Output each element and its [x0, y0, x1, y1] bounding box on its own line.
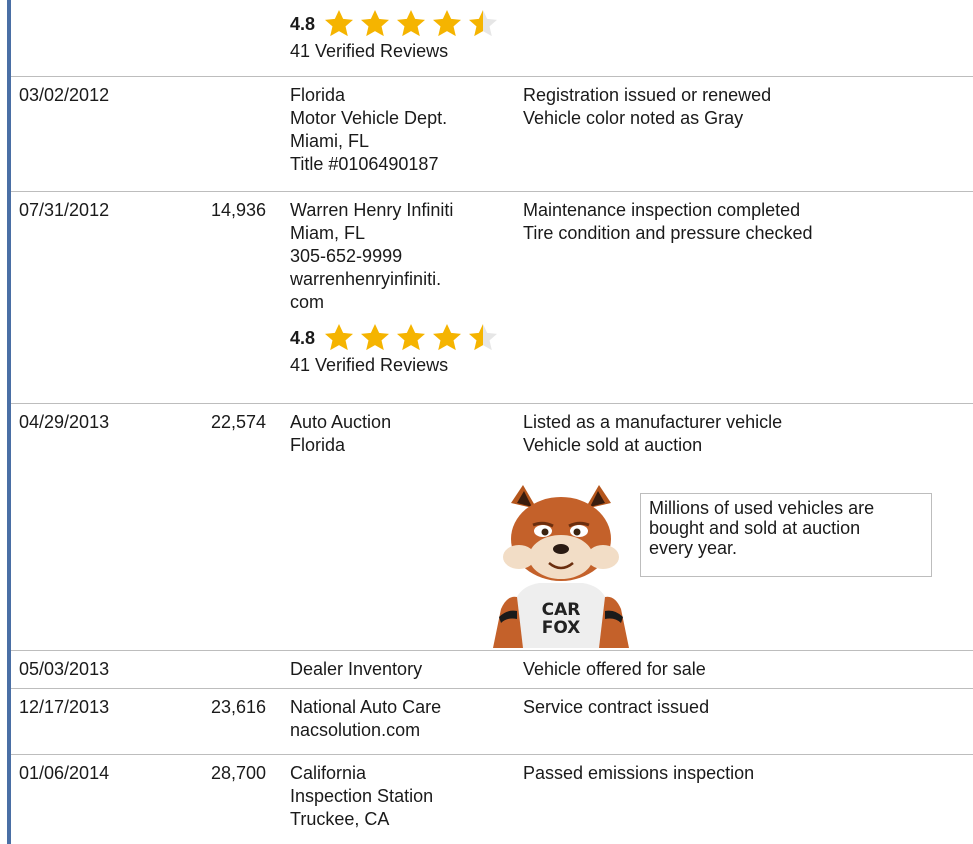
comments-cell: Maintenance inspection completed Tire co… [523, 199, 963, 245]
star-icon [397, 10, 426, 37]
mascot-shirt-text: CAR [542, 600, 581, 620]
callout-line: Millions of used vehicles are [649, 498, 875, 518]
callout-line: every year. [649, 538, 738, 558]
star-icon [397, 324, 426, 351]
star-half-icon [469, 10, 498, 37]
source-line: Truckee, CA [290, 809, 390, 829]
record-date: 12/17/2013 [19, 697, 110, 717]
record-odometer: 14,936 [210, 200, 266, 220]
source-line: National Auto Care [290, 697, 442, 717]
source-line: Florida [290, 85, 346, 105]
comment-line: Maintenance inspection completed [523, 200, 801, 220]
row-divider [11, 688, 973, 689]
callout-line: bought and sold at auction [649, 518, 861, 538]
record-date: 03/02/2012 [19, 85, 110, 105]
comment-line: Tire condition and pressure checked [523, 223, 813, 243]
source-cell: Auto Auction Florida [290, 411, 510, 457]
verified-reviews-link[interactable]: 41 Verified Reviews [290, 40, 510, 63]
row-divider [11, 754, 973, 755]
star-icon [361, 10, 390, 37]
source-line: Title #0106490187 [290, 154, 439, 174]
record-date: 07/31/2012 [19, 200, 110, 220]
comment-line: Passed emissions inspection [523, 763, 755, 783]
record-odometer: 23,616 [210, 697, 266, 717]
source-line: Miami, FL [290, 131, 370, 151]
row-divider [11, 403, 973, 404]
comments-cell: Registration issued or renewed Vehicle c… [523, 84, 963, 130]
comments-cell: Passed emissions inspection [523, 762, 963, 785]
star-half-icon [469, 324, 498, 351]
dealer-rating[interactable]: 4.8 [290, 8, 510, 40]
source-cell: 4.8 41 Verified Reviews [290, 8, 510, 63]
rating-value: 4.8 [290, 13, 316, 34]
source-line: Dealer Inventory [290, 659, 423, 679]
source-line: Warren Henry Infiniti [290, 200, 454, 220]
row-divider [11, 76, 973, 77]
comments-cell: Listed as a manufacturer vehicle Vehicle… [523, 411, 963, 457]
source-cell: National Auto Care nacsolution.com [290, 696, 510, 742]
record-date: 01/06/2014 [19, 763, 110, 783]
source-line: Inspection Station [290, 786, 434, 806]
dealer-rating[interactable]: 4.8 [290, 322, 510, 354]
rating-value: 4.8 [290, 327, 316, 348]
comments-cell: Vehicle offered for sale [523, 658, 963, 681]
auction-info-callout: Millions of used vehicles are bought and… [640, 493, 932, 577]
source-website-link[interactable]: nacsolution.com [290, 719, 510, 742]
row-divider [11, 650, 973, 651]
record-date: 05/03/2013 [19, 659, 110, 679]
source-cell: Warren Henry Infiniti Miam, FL 305-652-9… [290, 199, 510, 377]
rating-stars [323, 322, 499, 354]
comment-line: Service contract issued [523, 697, 710, 717]
verified-reviews-link[interactable]: 41 Verified Reviews [290, 354, 510, 377]
source-line: 305-652-9999 [290, 246, 403, 266]
dealer-website-link[interactable]: com [290, 291, 510, 314]
comment-line: Vehicle sold at auction [523, 435, 703, 455]
rating-stars [323, 8, 499, 40]
comment-line: Listed as a manufacturer vehicle [523, 412, 783, 432]
page-left-border [7, 0, 11, 844]
comment-line: Vehicle color noted as Gray [523, 108, 744, 128]
source-cell: California Inspection Station Truckee, C… [290, 762, 510, 831]
record-odometer: 22,574 [210, 412, 266, 432]
comment-line: Registration issued or renewed [523, 85, 772, 105]
star-icon [325, 10, 354, 37]
star-icon [325, 324, 354, 351]
dealer-website-link[interactable]: warrenhenryinfiniti. [290, 268, 510, 291]
star-icon [433, 324, 462, 351]
source-cell: Dealer Inventory [290, 658, 510, 681]
record-odometer: 28,700 [210, 763, 266, 783]
source-line: Miam, FL [290, 223, 366, 243]
carfox-mascot-icon: CAR FOX [493, 485, 629, 648]
source-line: Florida [290, 435, 346, 455]
comments-cell: Service contract issued [523, 696, 963, 719]
row-divider [11, 191, 973, 192]
star-icon [361, 324, 390, 351]
source-line: California [290, 763, 367, 783]
source-cell: Florida Motor Vehicle Dept. Miami, FL Ti… [290, 84, 510, 176]
source-line: Auto Auction [290, 412, 392, 432]
comment-line: Vehicle offered for sale [523, 659, 706, 679]
mascot-shirt-text: FOX [542, 618, 581, 638]
record-date: 04/29/2013 [19, 412, 110, 432]
star-icon [433, 10, 462, 37]
source-line: Motor Vehicle Dept. [290, 108, 448, 128]
